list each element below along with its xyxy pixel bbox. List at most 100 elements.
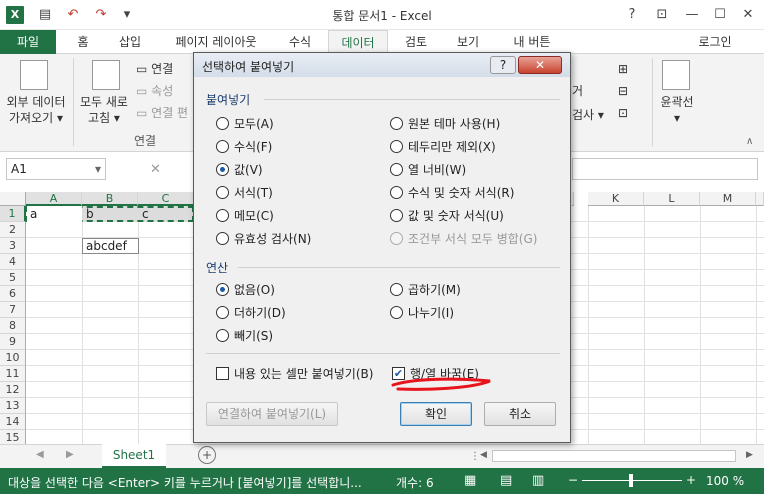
tab-file[interactable]: 파일: [0, 30, 56, 54]
paste-validation-radio[interactable]: [216, 232, 229, 245]
page-layout-view-icon[interactable]: ▤: [500, 473, 512, 488]
op-divide-radio[interactable]: [390, 306, 403, 319]
sheet-scroll-right-icon[interactable]: ▶: [66, 449, 74, 460]
data-validation-icon[interactable]: ⊟: [618, 82, 628, 100]
row-header-12[interactable]: 12: [0, 382, 26, 398]
row-header-11[interactable]: 11: [0, 366, 26, 382]
tab-view[interactable]: 보기: [446, 30, 490, 54]
paste-formats-radio[interactable]: [216, 186, 229, 199]
cell-b1[interactable]: b: [83, 206, 138, 222]
row-header-8[interactable]: 8: [0, 318, 26, 334]
paste-validation-label[interactable]: 유효성 검사(N): [234, 232, 311, 246]
flash-fill-icon[interactable]: ⊞: [618, 60, 628, 78]
tab-home[interactable]: 홈: [66, 30, 100, 54]
op-multiply-label[interactable]: 곱하기(M): [408, 283, 461, 297]
edit-links-button[interactable]: ▭ 연결 편: [136, 104, 188, 122]
outline-button[interactable]: 윤곽선 ▾: [654, 94, 700, 126]
dialog-help-button[interactable]: ?: [490, 56, 516, 74]
zoom-out-icon[interactable]: −: [568, 473, 578, 487]
row-header-6[interactable]: 6: [0, 286, 26, 302]
name-box[interactable]: A1 ▾: [6, 158, 106, 180]
skip-blanks-label[interactable]: 내용 있는 셀만 붙여넣기(B): [234, 367, 373, 381]
row-header-4[interactable]: 4: [0, 254, 26, 270]
paste-comments-label[interactable]: 메모(C): [234, 209, 274, 223]
paste-link-button[interactable]: 연결하여 붙여넣기(L): [206, 402, 338, 426]
paste-formulas-radio[interactable]: [216, 140, 229, 153]
name-box-dropdown-icon[interactable]: ▾: [95, 159, 101, 179]
column-header-b[interactable]: B: [82, 192, 138, 206]
paste-formulas-numbers-label[interactable]: 수식 및 숫자 서식(R): [408, 186, 514, 200]
paste-column-widths-label[interactable]: 열 너비(W): [408, 163, 466, 177]
skip-blanks-checkbox[interactable]: [216, 367, 229, 380]
sign-in-link[interactable]: 로그인: [690, 30, 740, 54]
op-multiply-radio[interactable]: [390, 283, 403, 296]
paste-comments-radio[interactable]: [216, 209, 229, 222]
row-header-13[interactable]: 13: [0, 398, 26, 414]
paste-source-theme-label[interactable]: 원본 테마 사용(H): [408, 117, 500, 131]
op-subtract-radio[interactable]: [216, 329, 229, 342]
tab-my-buttons[interactable]: 내 버튼: [500, 30, 564, 54]
tab-data[interactable]: 데이터: [328, 30, 388, 54]
sheet-scroll-left-icon[interactable]: ◀: [36, 449, 44, 460]
page-break-view-icon[interactable]: ▥: [532, 473, 544, 488]
cancel-formula-icon[interactable]: ✕: [140, 160, 180, 180]
dialog-close-button[interactable]: ✕: [518, 56, 562, 74]
paste-except-borders-label[interactable]: 테두리만 제외(X): [408, 140, 496, 154]
row-header-14[interactable]: 14: [0, 414, 26, 430]
ribbon-display-button[interactable]: ⊡: [650, 5, 674, 25]
hscroll-left-icon[interactable]: ◀: [480, 450, 490, 462]
horizontal-scrollbar[interactable]: [492, 450, 736, 462]
paste-all-radio[interactable]: [216, 117, 229, 130]
paste-formats-label[interactable]: 서식(T): [234, 186, 273, 200]
row-header-7[interactable]: 7: [0, 302, 26, 318]
split-handle-icon[interactable]: ⋮: [470, 451, 480, 462]
row-header-10[interactable]: 10: [0, 350, 26, 366]
op-none-radio[interactable]: [216, 283, 229, 296]
cell-c1[interactable]: c: [139, 206, 194, 222]
op-subtract-label[interactable]: 빼기(S): [234, 329, 273, 343]
sheet-tab-sheet1[interactable]: Sheet1: [102, 444, 166, 468]
row-header-1[interactable]: 1: [0, 206, 26, 222]
column-header-l[interactable]: L: [644, 192, 700, 206]
select-all-corner[interactable]: [0, 192, 26, 206]
get-external-data-button[interactable]: 외부 데이터 가져오기 ▾: [0, 94, 72, 126]
paste-all-label[interactable]: 모두(A): [234, 117, 274, 131]
paste-column-widths-radio[interactable]: [390, 163, 403, 176]
row-header-9[interactable]: 9: [0, 334, 26, 350]
connections-button[interactable]: ▭ 연결: [136, 60, 173, 78]
row-header-2[interactable]: 2: [0, 222, 26, 238]
new-sheet-icon[interactable]: +: [198, 446, 216, 464]
column-header-c[interactable]: C: [138, 192, 194, 206]
formula-input[interactable]: [572, 158, 758, 180]
maximize-button[interactable]: ☐: [708, 5, 732, 25]
normal-view-icon[interactable]: ▦: [464, 473, 476, 488]
tab-page-layout[interactable]: 페이지 레이아웃: [160, 30, 272, 54]
paste-formulas-label[interactable]: 수식(F): [234, 140, 272, 154]
paste-values-label[interactable]: 값(V): [234, 163, 263, 177]
paste-except-borders-radio[interactable]: [390, 140, 403, 153]
zoom-slider-thumb[interactable]: [629, 474, 633, 487]
op-none-label[interactable]: 없음(O): [234, 283, 275, 297]
close-button[interactable]: ✕: [736, 5, 760, 25]
op-add-radio[interactable]: [216, 306, 229, 319]
properties-button[interactable]: ▭ 속성: [136, 82, 173, 100]
paste-values-numbers-label[interactable]: 값 및 숫자 서식(U): [408, 209, 504, 223]
cancel-button[interactable]: 취소: [484, 402, 556, 426]
row-header-3[interactable]: 3: [0, 238, 26, 254]
column-header-m[interactable]: M: [700, 192, 756, 206]
op-add-label[interactable]: 더하기(D): [234, 306, 286, 320]
tab-insert[interactable]: 삽입: [110, 30, 150, 54]
relationships-icon[interactable]: ⊡: [618, 104, 628, 122]
op-divide-label[interactable]: 나누기(I): [408, 306, 454, 320]
tab-formulas[interactable]: 수식: [280, 30, 320, 54]
row-header-5[interactable]: 5: [0, 270, 26, 286]
paste-formulas-numbers-radio[interactable]: [390, 186, 403, 199]
minimize-button[interactable]: —: [680, 5, 704, 25]
zoom-in-icon[interactable]: +: [686, 473, 696, 487]
paste-source-theme-radio[interactable]: [390, 117, 403, 130]
column-header-a[interactable]: A: [26, 192, 82, 206]
cell-b3[interactable]: abcdef: [82, 238, 139, 254]
hscroll-right-icon[interactable]: ▶: [746, 450, 753, 460]
paste-values-numbers-radio[interactable]: [390, 209, 403, 222]
collapse-ribbon-icon[interactable]: ∧: [746, 136, 753, 147]
